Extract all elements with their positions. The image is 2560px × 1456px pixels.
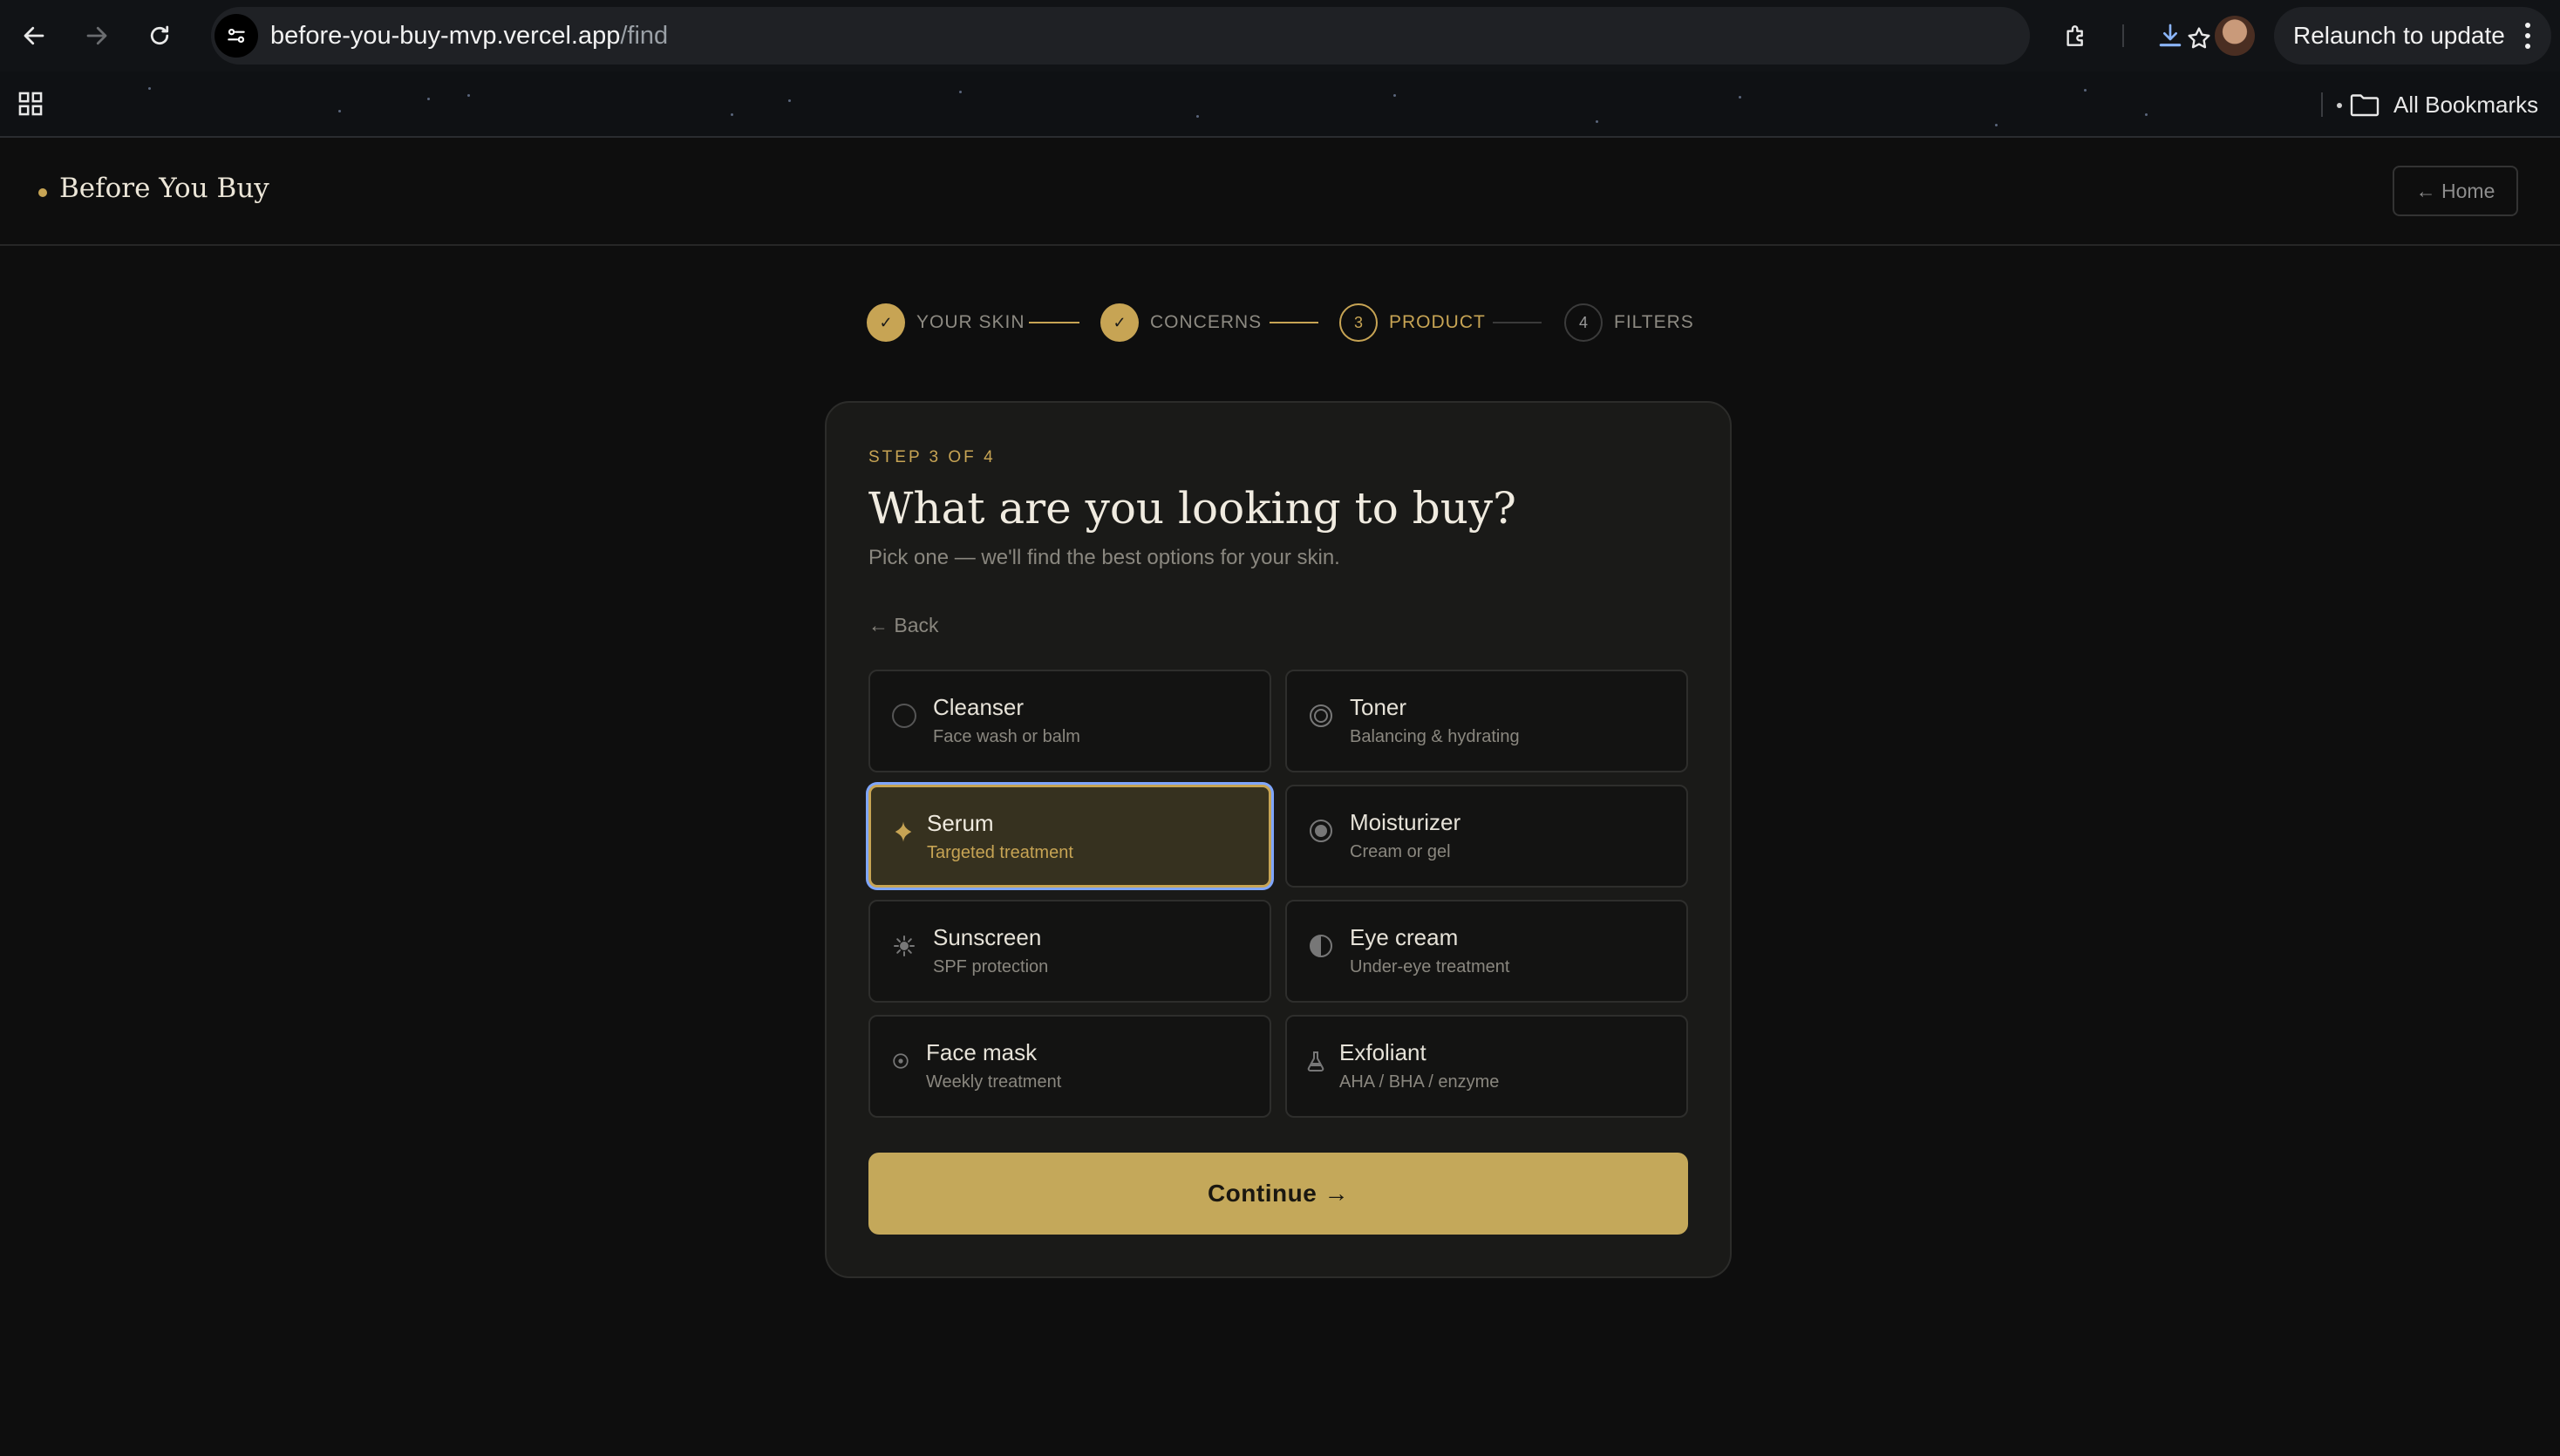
- option-toner[interactable]: Toner Balancing & hydrating: [1285, 670, 1688, 772]
- bookmarks-bar: [0, 71, 2560, 138]
- dot-circle-icon: [888, 1048, 914, 1074]
- step-1-check-icon: ✓: [867, 303, 905, 342]
- profile-avatar[interactable]: [2215, 16, 2255, 56]
- page-title: What are you looking to buy?: [868, 483, 1516, 534]
- relaunch-label: Relaunch to update: [2293, 22, 2505, 49]
- step-2-check-icon: ✓: [1100, 303, 1139, 342]
- step-4-number: 4: [1564, 303, 1603, 342]
- step-1-label: YOUR SKIN: [916, 312, 1025, 332]
- more-menu-icon[interactable]: [2525, 23, 2530, 49]
- browser-toolbar: before-you-buy-mvp.vercel.app/find Relau…: [0, 0, 2560, 71]
- step-eyebrow: STEP 3 OF 4: [868, 448, 996, 466]
- option-title: Face mask: [926, 1039, 1038, 1065]
- step-2-label: CONCERNS: [1150, 312, 1263, 332]
- apps-grid-icon[interactable]: [10, 84, 51, 124]
- option-serum[interactable]: Serum Targeted treatment: [868, 785, 1271, 888]
- bookmark-dot: [2337, 103, 2342, 108]
- progress-stepper: ✓ YOUR SKIN ✓ CONCERNS 3 PRODUCT 4 FILTE…: [0, 303, 2560, 342]
- option-title: Moisturizer: [1350, 809, 1461, 835]
- extensions-puzzle-icon[interactable]: [2056, 16, 2096, 56]
- double-circle-icon: [1308, 703, 1334, 729]
- option-moisturizer[interactable]: Moisturizer Cream or gel: [1285, 785, 1688, 888]
- home-button[interactable]: ← Home: [2393, 166, 2518, 216]
- sun-icon: [891, 933, 917, 959]
- folder-icon[interactable]: [2349, 91, 2380, 123]
- forward-arrow-icon[interactable]: [77, 16, 117, 56]
- option-title: Exfoliant: [1339, 1039, 1426, 1065]
- option-subtitle: AHA / BHA / enzyme: [1339, 1072, 1500, 1092]
- option-subtitle: Under-eye treatment: [1350, 957, 1510, 976]
- option-subtitle: Face wash or balm: [933, 727, 1080, 746]
- flask-icon: [1303, 1048, 1329, 1074]
- relaunch-to-update-button[interactable]: Relaunch to update: [2274, 7, 2551, 65]
- step-connector: [1493, 322, 1542, 323]
- reload-icon[interactable]: [140, 16, 180, 56]
- half-circle-icon: [1308, 933, 1334, 959]
- circle-outline-icon: [891, 703, 917, 729]
- option-title: Toner: [1350, 694, 1407, 720]
- step-connector: [1270, 322, 1318, 323]
- toolbar-divider: [2122, 24, 2124, 47]
- option-eye-cream[interactable]: Eye cream Under-eye treatment: [1285, 900, 1688, 1003]
- back-arrow-icon[interactable]: [14, 16, 54, 56]
- step-4-label: FILTERS: [1614, 312, 1694, 332]
- option-face-mask[interactable]: Face mask Weekly treatment: [868, 1015, 1271, 1118]
- option-title: Cleanser: [933, 694, 1025, 720]
- option-sunscreen[interactable]: Sunscreen SPF protection: [868, 900, 1271, 1003]
- download-icon[interactable]: [2150, 16, 2190, 56]
- sparkle-icon: [890, 819, 916, 845]
- site-settings-icon[interactable]: [214, 14, 258, 58]
- address-bar[interactable]: before-you-buy-mvp.vercel.app/find: [211, 7, 2210, 65]
- option-title: Eye cream: [1350, 924, 1459, 950]
- back-link[interactable]: ← Back: [868, 614, 939, 637]
- continue-button[interactable]: Continue →: [868, 1153, 1688, 1235]
- brand-logo[interactable]: Before You Buy: [59, 173, 269, 204]
- option-subtitle: Weekly treatment: [926, 1072, 1062, 1092]
- url-text: before-you-buy-mvp.vercel.app/find: [270, 22, 669, 50]
- option-subtitle: Cream or gel: [1350, 842, 1451, 861]
- filled-circle-icon: [1308, 818, 1334, 844]
- site-header: Before You Buy ← Home: [0, 138, 2560, 246]
- all-bookmarks-link[interactable]: All Bookmarks: [2393, 71, 2538, 138]
- option-subtitle: Targeted treatment: [927, 843, 1073, 862]
- option-title: Serum: [927, 810, 994, 836]
- option-exfoliant[interactable]: Exfoliant AHA / BHA / enzyme: [1285, 1015, 1688, 1118]
- brand-dot: [38, 188, 47, 197]
- bookmarks-divider: [2321, 92, 2323, 117]
- product-picker-card: STEP 3 OF 4 What are you looking to buy?…: [825, 401, 1732, 1278]
- step-connector: [1029, 322, 1079, 323]
- option-subtitle: SPF protection: [933, 957, 1049, 976]
- option-title: Sunscreen: [933, 924, 1042, 950]
- starfield-background: [0, 71, 2560, 136]
- option-subtitle: Balancing & hydrating: [1350, 727, 1520, 746]
- option-cleanser[interactable]: Cleanser Face wash or balm: [868, 670, 1271, 772]
- step-3-number: 3: [1339, 303, 1378, 342]
- step-3-label: PRODUCT: [1389, 312, 1486, 332]
- page-subtitle: Pick one — we'll find the best options f…: [868, 546, 1340, 569]
